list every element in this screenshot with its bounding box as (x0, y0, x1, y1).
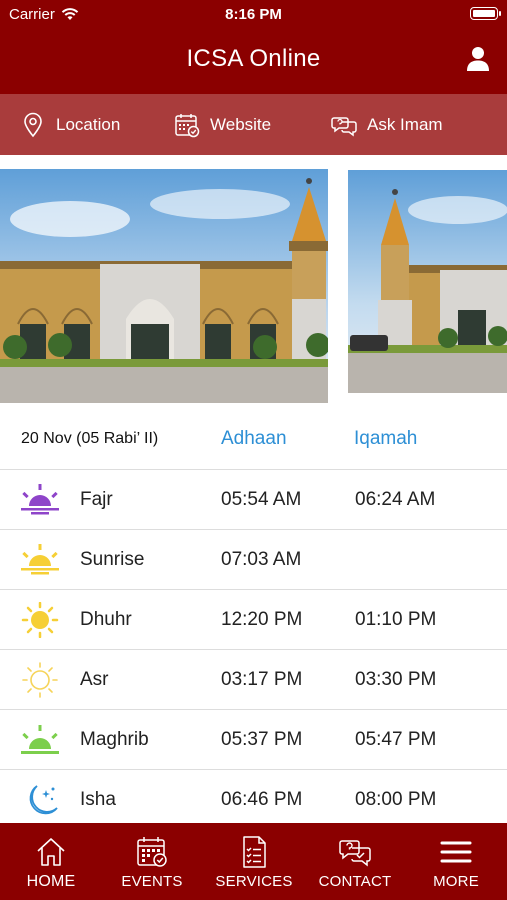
ask-imam-label: Ask Imam (367, 114, 443, 134)
menu-icon (440, 841, 472, 863)
page-title: ICSA Online (186, 45, 321, 72)
adhaan-time: 05:37 PM (221, 729, 303, 750)
tab-home[interactable]: HOME (14, 823, 88, 900)
tab-home-label: HOME (26, 873, 76, 890)
iqamah-time: 08:00 PM (355, 789, 437, 810)
app-header: Carrier 8:16 PM ICSA Online (0, 0, 507, 94)
mosque-photo-front (0, 169, 328, 403)
prayer-name: Isha (80, 789, 116, 810)
column-iqamah: Iqamah (354, 428, 418, 449)
adhaan-time: 03:17 PM (221, 669, 303, 690)
tab-services-label: SERVICES (215, 873, 293, 890)
prayer-row-fajr: Fajr 05:54 AM 06:24 AM (0, 470, 507, 530)
location-label: Location (56, 114, 121, 134)
tab-services[interactable]: SERVICES (210, 823, 298, 900)
tab-events[interactable]: EVENTS (113, 823, 191, 900)
adhaan-time: 12:20 PM (221, 609, 303, 630)
home-icon (37, 838, 65, 866)
document-icon (243, 836, 266, 868)
location-link[interactable]: Location (20, 94, 120, 155)
quick-links-bar: Location Website Ask Imam (0, 94, 507, 155)
tab-more[interactable]: MORE (422, 823, 490, 900)
bottom-tab-bar: HOME EVENTS SERVICES CONTACT MORE (0, 823, 507, 900)
iqamah-time: 05:47 PM (355, 729, 437, 750)
mosque-photo-side (348, 170, 507, 393)
adhaan-time: 05:54 AM (221, 489, 302, 510)
prayer-name: Fajr (80, 489, 113, 510)
website-label: Website (210, 114, 272, 134)
ask-imam-link[interactable]: Ask Imam (331, 94, 443, 155)
status-time: 8:16 PM (225, 6, 282, 23)
tab-contact[interactable]: CONTACT (315, 823, 395, 900)
moon-stars-icon (29, 785, 58, 815)
adhaan-time: 07:03 AM (221, 549, 302, 570)
prayer-name: Maghrib (80, 729, 149, 750)
prayer-table-header: 20 Nov (05 Rabi’ II) Adhaan Iqamah (0, 410, 507, 470)
prayer-name: Sunrise (80, 549, 145, 570)
mosque-image-carousel[interactable] (0, 155, 507, 403)
chat-question-icon (331, 116, 357, 136)
carousel-slide-mosque-front[interactable] (0, 169, 328, 403)
column-adhaan: Adhaan (221, 428, 287, 449)
prayer-name: Dhuhr (80, 609, 132, 630)
iqamah-time: 01:10 PM (355, 609, 437, 630)
tab-more-label: MORE (433, 873, 479, 890)
tab-contact-label: CONTACT (318, 873, 392, 890)
chat-icon (339, 840, 371, 867)
sunrise-purple-icon (21, 484, 59, 515)
map-pin-icon (24, 112, 42, 137)
prayer-row-dhuhr: Dhuhr 12:20 PM 01:10 PM (0, 590, 507, 650)
sunrise-yellow-icon (21, 544, 59, 575)
battery-icon (470, 7, 501, 20)
website-link[interactable]: Website (174, 94, 271, 155)
calendar-icon (137, 837, 167, 867)
iqamah-time: 06:24 AM (355, 489, 436, 510)
iqamah-time: 03:30 PM (355, 669, 437, 690)
sun-outline-icon (22, 662, 58, 698)
prayer-row-maghrib: Maghrib 05:37 PM 05:47 PM (0, 710, 507, 770)
status-bar: Carrier 8:16 PM (0, 0, 507, 28)
sun-icon (21, 602, 59, 638)
carousel-slide-mosque-side[interactable] (348, 170, 507, 393)
calendar-web-icon (175, 113, 200, 137)
prayer-row-isha: Isha 06:46 PM 08:00 PM (0, 770, 507, 830)
user-icon[interactable] (466, 46, 490, 72)
adhaan-time: 06:46 PM (221, 789, 303, 810)
tab-events-label: EVENTS (121, 873, 183, 890)
prayer-row-asr: Asr 03:17 PM 03:30 PM (0, 650, 507, 710)
prayer-date: 20 Nov (05 Rabi’ II) (21, 430, 159, 447)
prayer-row-sunrise: Sunrise 07:03 AM (0, 530, 507, 590)
sunset-green-icon (21, 725, 59, 754)
prayer-name: Asr (80, 669, 109, 690)
